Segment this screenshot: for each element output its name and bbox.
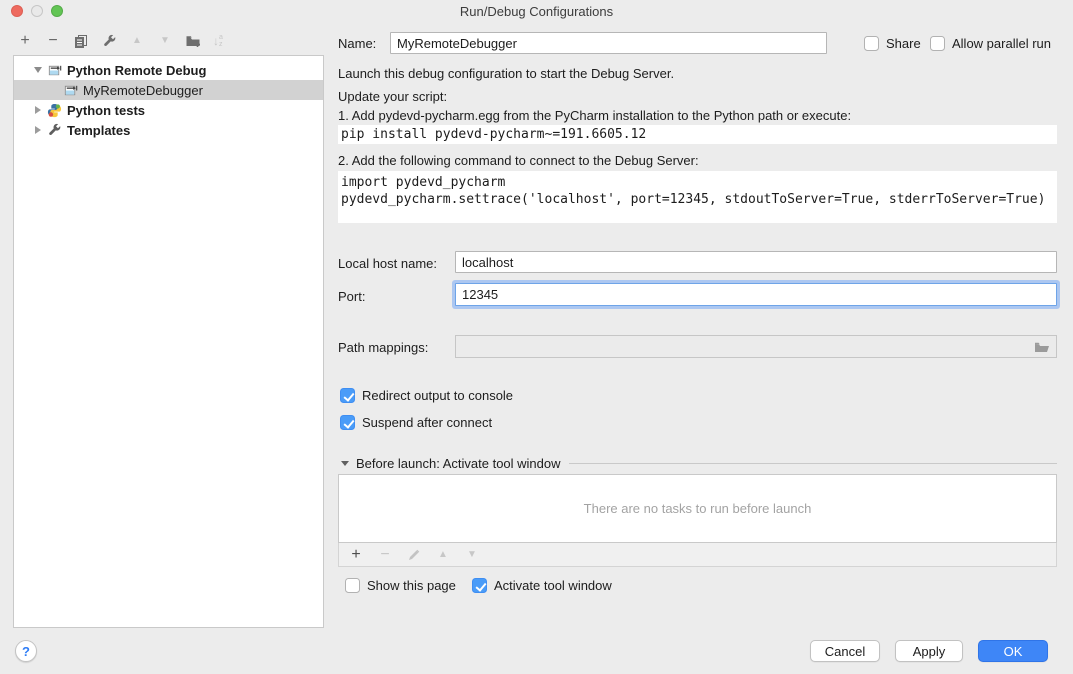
add-task-icon[interactable]: + <box>348 547 364 563</box>
remote-debug-icon <box>62 82 78 98</box>
remote-debug-icon <box>46 62 62 78</box>
help-button[interactable]: ? <box>15 640 37 662</box>
instruction-line-2: Update your script: <box>338 89 447 104</box>
share-checkbox[interactable] <box>864 36 879 51</box>
tree-item-label: MyRemoteDebugger <box>83 83 203 98</box>
settrace-code-block: import pydevd_pycharm pydevd_pycharm.set… <box>338 171 1057 223</box>
instruction-step-2: 2. Add the following command to connect … <box>338 153 699 168</box>
tree-item-python-tests[interactable]: Python tests <box>14 100 323 120</box>
copy-configuration-icon[interactable] <box>73 33 89 49</box>
show-this-page-checkbox[interactable] <box>345 578 360 593</box>
port-input[interactable] <box>455 283 1057 306</box>
instruction-line-1: Launch this debug configuration to start… <box>338 66 674 81</box>
tree-item-templates[interactable]: Templates <box>14 120 323 140</box>
move-up-icon[interactable]: ▲ <box>129 33 145 49</box>
move-down-icon[interactable]: ▼ <box>157 33 173 49</box>
before-launch-section-header[interactable]: Before launch: Activate tool window <box>341 456 1057 471</box>
path-mappings-field[interactable] <box>455 335 1057 358</box>
configurations-toolbar: + − ▲ ▼ ↓ <box>17 31 231 51</box>
tree-item-label: Python Remote Debug <box>67 63 206 78</box>
wrench-icon <box>46 122 62 138</box>
run-debug-configurations-dialog: Run/Debug Configurations + − ▲ ▼ <box>0 0 1073 674</box>
tree-item-label: Templates <box>67 123 130 138</box>
local-host-name-input[interactable] <box>455 251 1057 273</box>
edit-task-icon[interactable] <box>406 547 422 563</box>
section-divider <box>569 463 1057 464</box>
python-icon <box>46 102 62 118</box>
zoom-window-button[interactable] <box>51 5 63 17</box>
before-launch-title: Before launch: Activate tool window <box>356 456 561 471</box>
close-window-button[interactable] <box>11 5 23 17</box>
share-label: Share <box>886 36 921 51</box>
apply-button[interactable]: Apply <box>895 640 963 662</box>
minimize-window-button[interactable] <box>31 5 43 17</box>
new-folder-icon[interactable] <box>185 33 201 49</box>
tree-item-myremotedebugger[interactable]: MyRemoteDebugger <box>14 80 323 100</box>
configurations-tree: Python Remote Debug MyRemoteDebugger <box>13 55 324 628</box>
pip-install-code: pip install pydevd-pycharm~=191.6605.12 <box>338 125 1057 144</box>
ok-button[interactable]: OK <box>978 640 1048 662</box>
suspend-after-connect-label: Suspend after connect <box>362 415 492 430</box>
show-this-page-checkbox-row[interactable]: Show this page <box>345 578 456 593</box>
tree-item-label: Python tests <box>67 103 145 118</box>
name-input[interactable] <box>390 32 827 54</box>
chevron-down-icon[interactable] <box>30 67 46 73</box>
settrace-code-line-1: import pydevd_pycharm <box>341 174 1057 191</box>
cancel-button[interactable]: Cancel <box>810 640 880 662</box>
suspend-after-connect-checkbox[interactable] <box>340 415 355 430</box>
title-bar: Run/Debug Configurations <box>0 0 1073 22</box>
remove-configuration-icon[interactable]: − <box>45 33 61 49</box>
remove-task-icon[interactable]: − <box>377 547 393 563</box>
suspend-after-connect-checkbox-row[interactable]: Suspend after connect <box>340 415 492 430</box>
port-label: Port: <box>338 289 365 304</box>
activate-tool-window-label: Activate tool window <box>494 578 612 593</box>
edit-templates-icon[interactable] <box>101 33 117 49</box>
sort-configurations-icon[interactable]: ↓ az <box>213 34 231 48</box>
open-folder-icon[interactable] <box>1034 341 1050 353</box>
before-launch-empty-text: There are no tasks to run before launch <box>584 501 812 516</box>
path-mappings-label: Path mappings: <box>338 340 428 355</box>
name-label: Name: <box>338 36 376 51</box>
tree-item-python-remote-debug[interactable]: Python Remote Debug <box>14 60 323 80</box>
local-host-name-label: Local host name: <box>338 256 437 271</box>
activate-tool-window-checkbox[interactable] <box>472 578 487 593</box>
activate-tool-window-checkbox-row[interactable]: Activate tool window <box>472 578 612 593</box>
allow-parallel-run-label: Allow parallel run <box>952 36 1051 51</box>
chevron-right-icon[interactable] <box>30 106 46 114</box>
allow-parallel-run-checkbox-row[interactable]: Allow parallel run <box>930 36 1051 51</box>
allow-parallel-run-checkbox[interactable] <box>930 36 945 51</box>
before-launch-task-list[interactable]: There are no tasks to run before launch <box>338 474 1057 543</box>
redirect-output-label: Redirect output to console <box>362 388 513 403</box>
chevron-right-icon[interactable] <box>30 126 46 134</box>
instruction-step-1: 1. Add pydevd-pycharm.egg from the PyCha… <box>338 108 851 123</box>
share-checkbox-row[interactable]: Share <box>864 36 921 51</box>
settrace-code-line-2: pydevd_pycharm.settrace('localhost', por… <box>341 191 1057 208</box>
before-launch-toolbar: + − ▲ ▼ <box>338 543 1057 567</box>
move-task-up-icon[interactable]: ▲ <box>435 547 451 563</box>
chevron-down-icon <box>341 461 349 466</box>
add-configuration-icon[interactable]: + <box>17 33 33 49</box>
redirect-output-checkbox-row[interactable]: Redirect output to console <box>340 388 513 403</box>
window-title: Run/Debug Configurations <box>0 0 1073 23</box>
show-this-page-label: Show this page <box>367 578 456 593</box>
redirect-output-checkbox[interactable] <box>340 388 355 403</box>
move-task-down-icon[interactable]: ▼ <box>464 547 480 563</box>
